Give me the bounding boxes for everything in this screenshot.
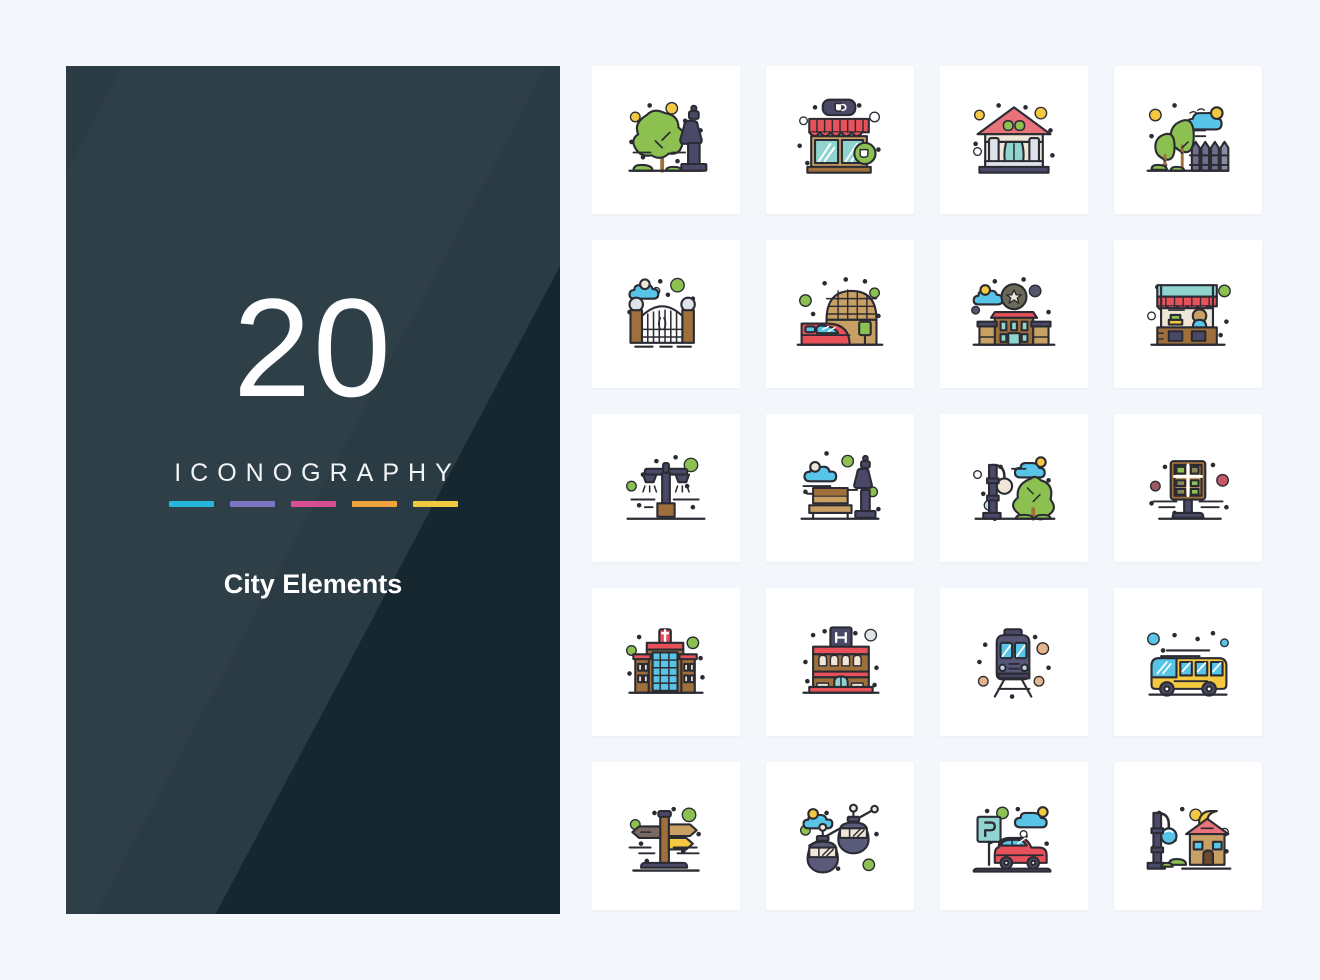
map-board-icon [1149, 460, 1229, 520]
signpost-icon [628, 806, 701, 872]
icon-card-park-bench[interactable] [766, 414, 914, 562]
icon-card-parking[interactable] [940, 762, 1088, 910]
icon-card-lamp-tree[interactable] [940, 414, 1088, 562]
icon-card-market-stall[interactable] [1114, 240, 1262, 388]
lamp-tree-icon [973, 456, 1056, 522]
icon-card-cafe[interactable] [766, 66, 914, 214]
icon-card-gate[interactable] [592, 240, 740, 388]
bus-icon [1147, 630, 1229, 697]
icon-card-garden-fence[interactable] [1114, 66, 1262, 214]
icon-card-hotel[interactable] [766, 588, 914, 736]
hospital-icon [625, 628, 705, 694]
park-bench-icon [800, 451, 881, 520]
train-icon [977, 628, 1051, 699]
theater-icon [973, 103, 1055, 174]
accent-bar-yellow [412, 500, 458, 507]
market-stall-icon [1147, 284, 1231, 346]
poster: 20 ICONOGRAPHY City Elements [0, 0, 1320, 980]
cover-panel: 20 ICONOGRAPHY City Elements [66, 66, 560, 914]
accent-bar-purple [229, 500, 275, 507]
icon-card-hospital[interactable] [592, 588, 740, 736]
icon-card-park[interactable] [592, 66, 740, 214]
cafe-icon [797, 98, 881, 174]
garden-fence-icon [1146, 103, 1230, 172]
icon-card-police-station[interactable] [940, 240, 1088, 388]
hotel-icon [802, 626, 880, 694]
icon-card-cable-car[interactable] [766, 762, 914, 910]
page-subtitle: City Elements [223, 568, 403, 599]
accent-bar-orange [351, 500, 397, 507]
accent-bar-pink [290, 500, 336, 507]
street-light-icon [625, 454, 706, 520]
park-icon [628, 101, 708, 173]
icon-grid [592, 66, 1262, 910]
train-station-icon [796, 277, 884, 346]
icon-card-bus[interactable] [1114, 588, 1262, 736]
accent-bar-cyan [168, 500, 214, 507]
icon-card-train[interactable] [940, 588, 1088, 736]
icon-card-house-night[interactable] [1114, 762, 1262, 910]
icon-count: 20 [233, 269, 393, 426]
icon-card-street-light[interactable] [592, 414, 740, 562]
parking-icon [972, 806, 1052, 873]
icon-card-map-board[interactable] [1114, 414, 1262, 562]
police-station-icon [971, 277, 1056, 346]
gate-icon [627, 277, 696, 348]
icon-card-theater[interactable] [940, 66, 1088, 214]
icon-card-signpost[interactable] [592, 762, 740, 910]
cable-car-icon [799, 803, 879, 874]
house-night-icon [1146, 806, 1232, 870]
icon-card-train-station[interactable] [766, 240, 914, 388]
